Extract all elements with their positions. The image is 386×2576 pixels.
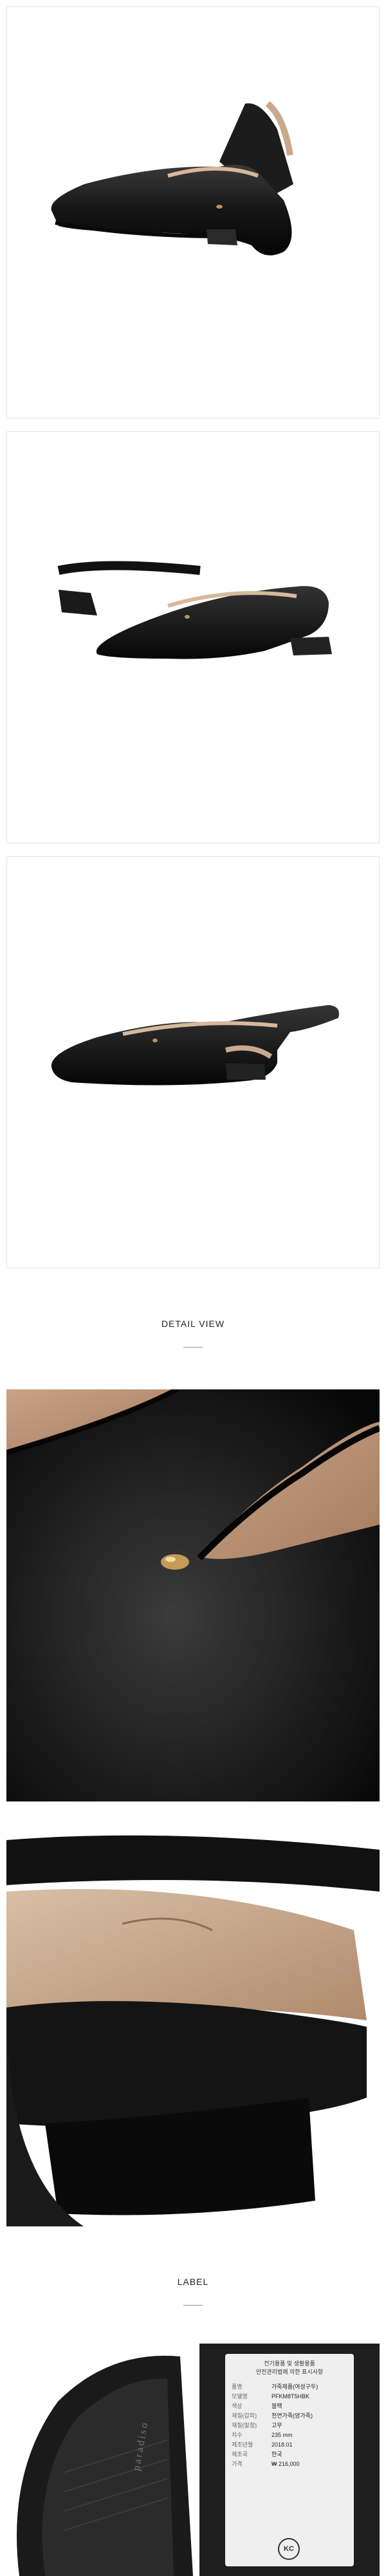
product-photo-other-side [6, 856, 380, 1268]
label-row-value: 한국 [271, 2451, 282, 2458]
heel-closeup-illustration [6, 1814, 380, 2226]
leather-closeup-illustration [6, 1389, 380, 1801]
label-row-value: 천연가죽(양가죽) [271, 2412, 313, 2419]
label-row-key: 재질(갑피) [232, 2412, 257, 2419]
label-row: 제조국 한국 [232, 2450, 347, 2459]
section-rule-detail [183, 1347, 203, 1348]
label-row: 품명 가죽제품(여성구두) [232, 2382, 347, 2392]
label-row-value: 2018.01 [271, 2441, 293, 2448]
label-row-key: 모델명 [232, 2393, 248, 2400]
label-row-key: 치수 [232, 2432, 243, 2438]
label-row-value: PFKM8T5HBK [271, 2393, 310, 2400]
label-row-key: 품명 [232, 2383, 243, 2390]
section-heading-detail: DETAIL VIEW [161, 1319, 225, 1329]
label-row: 색상 블랙 [232, 2402, 347, 2411]
label-rows: 품명 가죽제품(여성구두) 모델명 PFKM8T5HBK 색상 블랙재질(갑피) 천연가죽(… [232, 2382, 347, 2469]
label-row-value: 가죽제품(여성구두) [271, 2383, 318, 2390]
detail-photo-toe [6, 1389, 380, 1801]
label-tag: 전기용품 및 생활용품 안전관리법에 의한 표시사항 품명 가죽제품(여성구두) 모… [199, 2344, 380, 2576]
kc-mark-icon: KC [278, 2538, 300, 2560]
label-row-value: 235 mm [271, 2432, 293, 2438]
label-row-value: ₩ 216,000 [271, 2461, 300, 2467]
section-rule-label [183, 2305, 203, 2306]
product-photo-angle [6, 431, 380, 843]
label-row: 모델명 PFKM8T5HBK [232, 2392, 347, 2402]
sole-illustration [6, 2344, 199, 2576]
section-heading-label: LABEL [177, 2277, 209, 2287]
product-photo-side [6, 6, 380, 418]
label-row-key: 제조년월 [232, 2441, 253, 2448]
label-row-key: 제조국 [232, 2451, 248, 2458]
shoe-angle-illustration [57, 561, 332, 659]
label-title-1: 전기용품 및 생활용품 [264, 2360, 315, 2367]
label-row-key: 재질(밑창) [232, 2422, 257, 2429]
label-row: 제조년월 2018.01 [232, 2440, 347, 2450]
label-title-2: 안전관리법에 의한 표시사항 [255, 2369, 324, 2375]
label-row-value: 고무 [271, 2422, 282, 2429]
label-row-key: 색상 [232, 2403, 243, 2409]
label-photo: paradiso 전기용품 및 생활용품 안전관리법에 의한 표시사항 품명 가죽… [6, 2344, 380, 2576]
label-row-value: 블랙 [271, 2403, 282, 2409]
detail-photo-heel [6, 1814, 380, 2226]
shoe-side-illustration [51, 101, 293, 256]
label-row-key: 가격 [232, 2461, 243, 2467]
label-row: 재질(갑피) 천연가죽(양가죽) [232, 2411, 347, 2421]
label-row: 가격 ₩ 216,000 [232, 2459, 347, 2469]
label-card: 전기용품 및 생활용품 안전관리법에 의한 표시사항 품명 가죽제품(여성구두) 모… [225, 2354, 354, 2566]
label-row: 재질(밑창) 고무 [232, 2421, 347, 2430]
gold-stud-icon [161, 1554, 189, 1570]
label-row: 치수 235 mm [232, 2430, 347, 2440]
shoe-otherside-illustration [51, 1005, 339, 1086]
